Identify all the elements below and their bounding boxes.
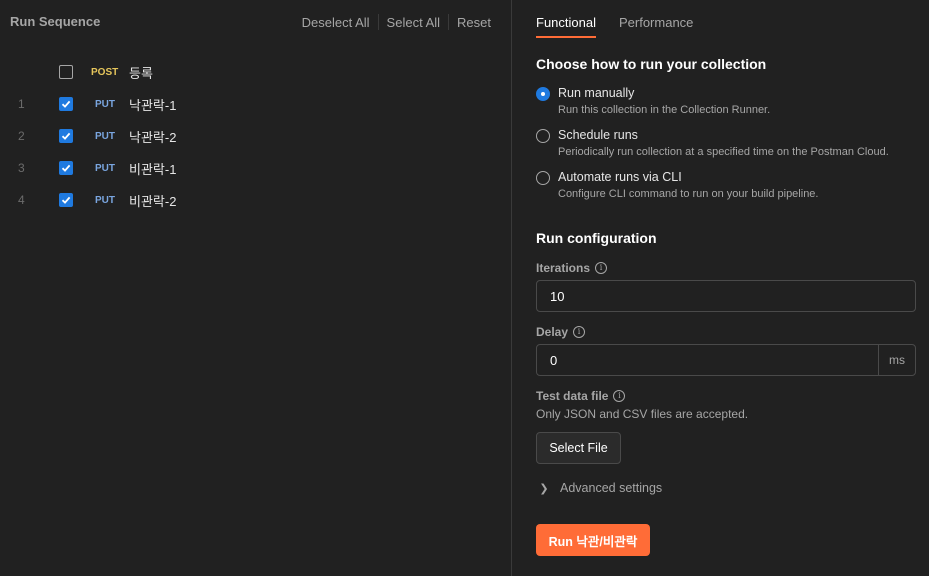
- method-badge: POST: [91, 66, 119, 78]
- chevron-right-icon: ❯: [539, 482, 549, 495]
- option-description: Configure CLI command to run on your bui…: [558, 188, 819, 200]
- runner-tabs: Functional Performance: [536, 0, 716, 38]
- request-row: 1 PUT 낙관락-1: [0, 93, 511, 115]
- run-mode-title: Choose how to run your collection: [536, 56, 767, 72]
- request-row-header: POST 등록: [0, 61, 511, 83]
- radio-run-manually[interactable]: [536, 87, 550, 101]
- test-data-helper: Only JSON and CSV files are accepted.: [536, 407, 749, 421]
- check-icon: [61, 132, 71, 140]
- run-button[interactable]: Run 낙관/비관락: [536, 524, 650, 556]
- request-name: 비관락-1: [129, 161, 177, 177]
- row-index: 4: [18, 193, 25, 207]
- request-name: 낙관락-2: [129, 129, 177, 145]
- deselect-all-button[interactable]: Deselect All: [294, 15, 378, 30]
- option-label: Schedule runs: [558, 128, 638, 142]
- request-name: 비관락-2: [129, 193, 177, 209]
- request-checkbox[interactable]: [59, 129, 73, 143]
- request-checkbox[interactable]: [59, 97, 73, 111]
- run-sequence-panel: Run Sequence Deselect All Select All Res…: [0, 0, 511, 576]
- delay-label-text: Delay: [536, 325, 569, 339]
- delay-unit: ms: [878, 345, 915, 375]
- delay-value: 0: [550, 352, 558, 368]
- row-index: 1: [18, 97, 25, 111]
- check-icon: [61, 164, 71, 172]
- option-description: Run this collection in the Collection Ru…: [558, 104, 771, 116]
- option-label: Run manually: [558, 86, 635, 100]
- advanced-settings-label: Advanced settings: [560, 481, 663, 495]
- info-icon[interactable]: i: [573, 326, 586, 338]
- test-data-label-text: Test data file: [536, 389, 609, 403]
- select-all-button[interactable]: Select All: [379, 15, 448, 30]
- iterations-label-text: Iterations: [536, 261, 591, 275]
- option-description: Periodically run collection at a specifi…: [558, 146, 889, 158]
- request-row: 4 PUT 비관락-2: [0, 189, 511, 211]
- option-label: Automate runs via CLI: [558, 170, 682, 184]
- iterations-input[interactable]: 10: [536, 280, 916, 312]
- check-icon: [61, 196, 71, 204]
- delay-label: Delay i: [536, 325, 586, 339]
- select-all-checkbox[interactable]: [59, 65, 73, 79]
- info-icon[interactable]: i: [595, 262, 608, 274]
- radio-schedule-runs[interactable]: [536, 129, 550, 143]
- request-checkbox[interactable]: [59, 161, 73, 175]
- row-index: 3: [18, 161, 25, 175]
- info-icon[interactable]: i: [613, 390, 626, 402]
- method-badge: PUT: [95, 194, 115, 206]
- method-badge: PUT: [95, 130, 115, 142]
- test-data-label: Test data file i: [536, 389, 626, 403]
- iterations-label: Iterations i: [536, 261, 608, 275]
- request-name: 낙관락-1: [129, 97, 177, 113]
- radio-automate-cli[interactable]: [536, 171, 550, 185]
- request-checkbox[interactable]: [59, 193, 73, 207]
- run-sequence-title: Run Sequence: [10, 14, 101, 29]
- panel-divider: [511, 0, 512, 576]
- request-row: 3 PUT 비관락-1: [0, 157, 511, 179]
- select-file-button[interactable]: Select File: [536, 432, 621, 464]
- reset-button[interactable]: Reset: [449, 15, 491, 30]
- iterations-value: 10: [550, 288, 565, 304]
- sequence-actions: Deselect All Select All Reset: [294, 14, 491, 30]
- delay-input[interactable]: 0 ms: [536, 344, 916, 376]
- tab-functional[interactable]: Functional: [536, 0, 596, 38]
- run-config-title: Run configuration: [536, 230, 657, 246]
- tab-performance[interactable]: Performance: [619, 0, 693, 38]
- advanced-settings-toggle[interactable]: ❯ Advanced settings: [536, 481, 662, 495]
- method-badge: PUT: [95, 98, 115, 110]
- request-row: 2 PUT 낙관락-2: [0, 125, 511, 147]
- request-name: 등록: [129, 65, 153, 81]
- row-index: 2: [18, 129, 25, 143]
- check-icon: [61, 100, 71, 108]
- method-badge: PUT: [95, 162, 115, 174]
